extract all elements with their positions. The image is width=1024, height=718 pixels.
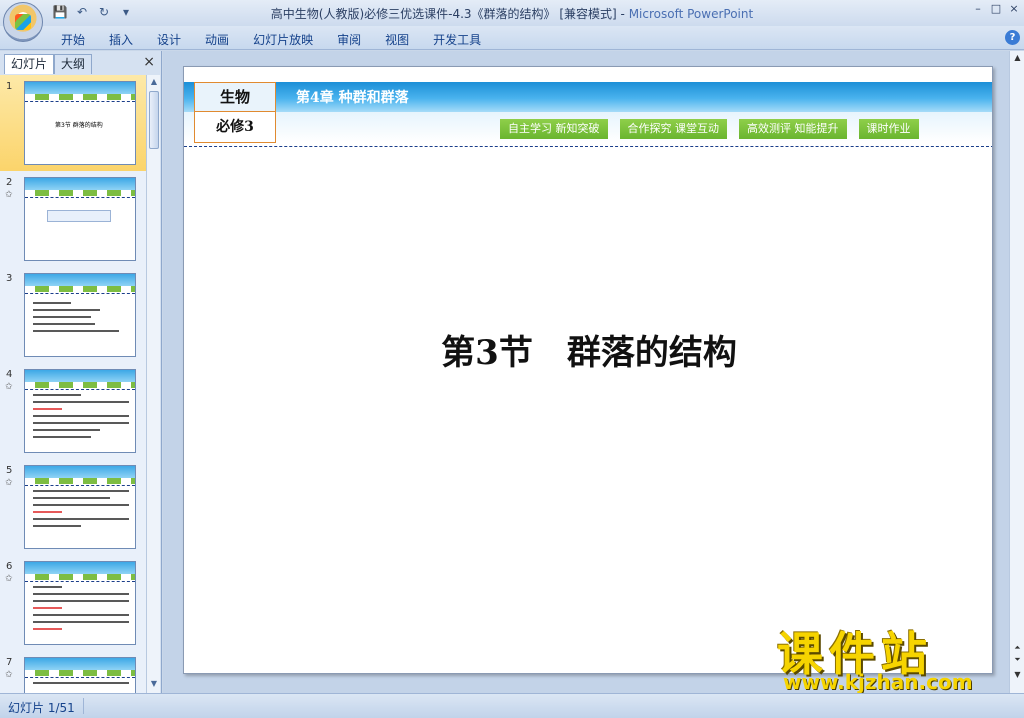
help-icon[interactable]: ? [1005, 30, 1020, 45]
current-slide[interactable]: 生物 必修3 第4章 种群和群落 自主学习 新知突破 合作探究 课堂互动 高效测… [183, 66, 993, 674]
scroll-down-icon[interactable]: ▼ [149, 679, 159, 691]
status-bar: 幻灯片 1/51 [0, 693, 1024, 718]
slide-number: 4 [6, 369, 13, 380]
tab-design[interactable]: 设计 [157, 30, 181, 49]
slide-editing-area: 生物 必修3 第4章 种群和群落 自主学习 新知突破 合作探究 课堂互动 高效测… [163, 51, 1009, 693]
minimize-button[interactable]: – [972, 2, 984, 16]
animation-star-icon: ✩ [5, 478, 13, 488]
thumbnail-preview [24, 177, 136, 261]
chapter-title: 第4章 种群和群落 [296, 90, 409, 106]
thumbnail-list: 1 第3节 群落的结构 2 ✩ 3 4 ✩ 5 ✩ 6 ✩ 7 ✩ [0, 75, 146, 693]
nav-self-study-button[interactable]: 自主学习 新知突破 [500, 119, 608, 139]
window-title: 高中生物(人教版)必修三优选课件-4.3《群落的结构》 [兼容模式] - Mic… [0, 5, 1024, 22]
close-button[interactable]: × [1008, 2, 1020, 16]
slides-panel: 幻灯片 大纲 × 1 第3节 群落的结构 2 ✩ 3 4 ✩ 5 ✩ 6 ✩ 7… [0, 51, 162, 693]
tab-animations[interactable]: 动画 [205, 30, 229, 49]
animation-star-icon: ✩ [5, 574, 13, 584]
animation-star-icon: ✩ [5, 190, 13, 200]
animation-star-icon: ✩ [5, 670, 13, 680]
slide-number: 2 [6, 177, 13, 188]
tab-view[interactable]: 视图 [385, 30, 409, 49]
document-title: 高中生物(人教版)必修三优选课件-4.3《群落的结构》 [兼容模式] - [270, 7, 629, 21]
slide-number: 7 [6, 657, 13, 668]
slide-thumbnail-5[interactable]: 5 ✩ [0, 459, 146, 555]
tab-developer[interactable]: 开发工具 [433, 30, 481, 49]
slide-number: 6 [6, 561, 13, 572]
next-slide-icon[interactable]: ⏷ [1012, 655, 1023, 665]
thumbnail-scrollbar[interactable]: ▲ ▼ [146, 75, 160, 693]
tab-slideshow[interactable]: 幻灯片放映 [253, 30, 313, 49]
header-divider [184, 146, 992, 147]
thumbnail-caption: 第3节 群落的结构 [55, 122, 103, 129]
slide-thumbnail-2[interactable]: 2 ✩ [0, 171, 146, 267]
tab-review[interactable]: 审阅 [337, 30, 361, 49]
app-name: Microsoft PowerPoint [628, 7, 754, 21]
slide-title[interactable]: 第3节 群落的结构 [184, 325, 992, 374]
nav-homework-button[interactable]: 课时作业 [858, 119, 919, 139]
slide-number: 1 [6, 81, 13, 92]
thumbnail-preview: 第3节 群落的结构 [24, 81, 136, 165]
title-bar: 💾 ↶ ↻ ▾ 高中生物(人教版)必修三优选课件-4.3《群落的结构》 [兼容模… [0, 0, 1024, 42]
book-label: 必修3 [194, 112, 276, 143]
slide-nav-buttons: 自主学习 新知突破 合作探究 课堂互动 高效测评 知能提升 课时作业 [500, 119, 919, 139]
tab-slides[interactable]: 幻灯片 [4, 54, 55, 74]
ribbon-tabs: 开始 插入 设计 动画 幻灯片放映 审阅 视图 开发工具 ? [0, 26, 1024, 50]
scrollbar-thumb[interactable] [149, 91, 159, 149]
tab-insert[interactable]: 插入 [109, 30, 133, 49]
thumbnail-preview [24, 561, 136, 645]
subject-label: 生物 [194, 82, 276, 112]
window-controls: – □ × [972, 2, 1020, 16]
watermark-url: www.kjzhan.com [783, 670, 973, 694]
previous-slide-icon[interactable]: ⏶ [1012, 643, 1023, 653]
slide-thumbnail-3[interactable]: 3 [0, 267, 146, 363]
tab-home[interactable]: 开始 [61, 30, 85, 49]
thumbnail-preview [24, 465, 136, 549]
scroll-up-icon[interactable]: ▲ [149, 77, 159, 89]
slide-thumbnail-6[interactable]: 6 ✩ [0, 555, 146, 651]
slide-number: 5 [6, 465, 13, 476]
slide-thumbnail-1[interactable]: 1 第3节 群落的结构 [0, 75, 146, 171]
slide-scrollbar[interactable]: ▲ ⏶ ⏷ ▼ [1009, 51, 1024, 693]
status-separator [83, 698, 84, 714]
thumbnail-preview [24, 273, 136, 357]
slide-thumbnail-7[interactable]: 7 ✩ [0, 651, 146, 693]
nav-assessment-button[interactable]: 高效测评 知能提升 [739, 119, 847, 139]
thumbnail-preview [24, 657, 136, 693]
tab-outline[interactable]: 大纲 [54, 54, 93, 74]
nav-cooperative-button[interactable]: 合作探究 课堂互动 [619, 119, 727, 139]
watermark: 课件站 www.kjzhan.com [777, 618, 1005, 694]
slide-counter: 幻灯片 1/51 [8, 701, 75, 715]
close-icon[interactable]: × [143, 54, 155, 70]
office-logo-icon [15, 14, 31, 30]
slide-thumbnail-4[interactable]: 4 ✩ [0, 363, 146, 459]
slide-number: 3 [6, 273, 13, 284]
office-button[interactable] [3, 2, 43, 42]
maximize-button[interactable]: □ [990, 2, 1002, 16]
thumbnail-preview [24, 369, 136, 453]
animation-star-icon: ✩ [5, 382, 13, 392]
scroll-up-icon[interactable]: ▲ [1012, 53, 1023, 62]
scroll-down-icon[interactable]: ▼ [1012, 670, 1023, 679]
